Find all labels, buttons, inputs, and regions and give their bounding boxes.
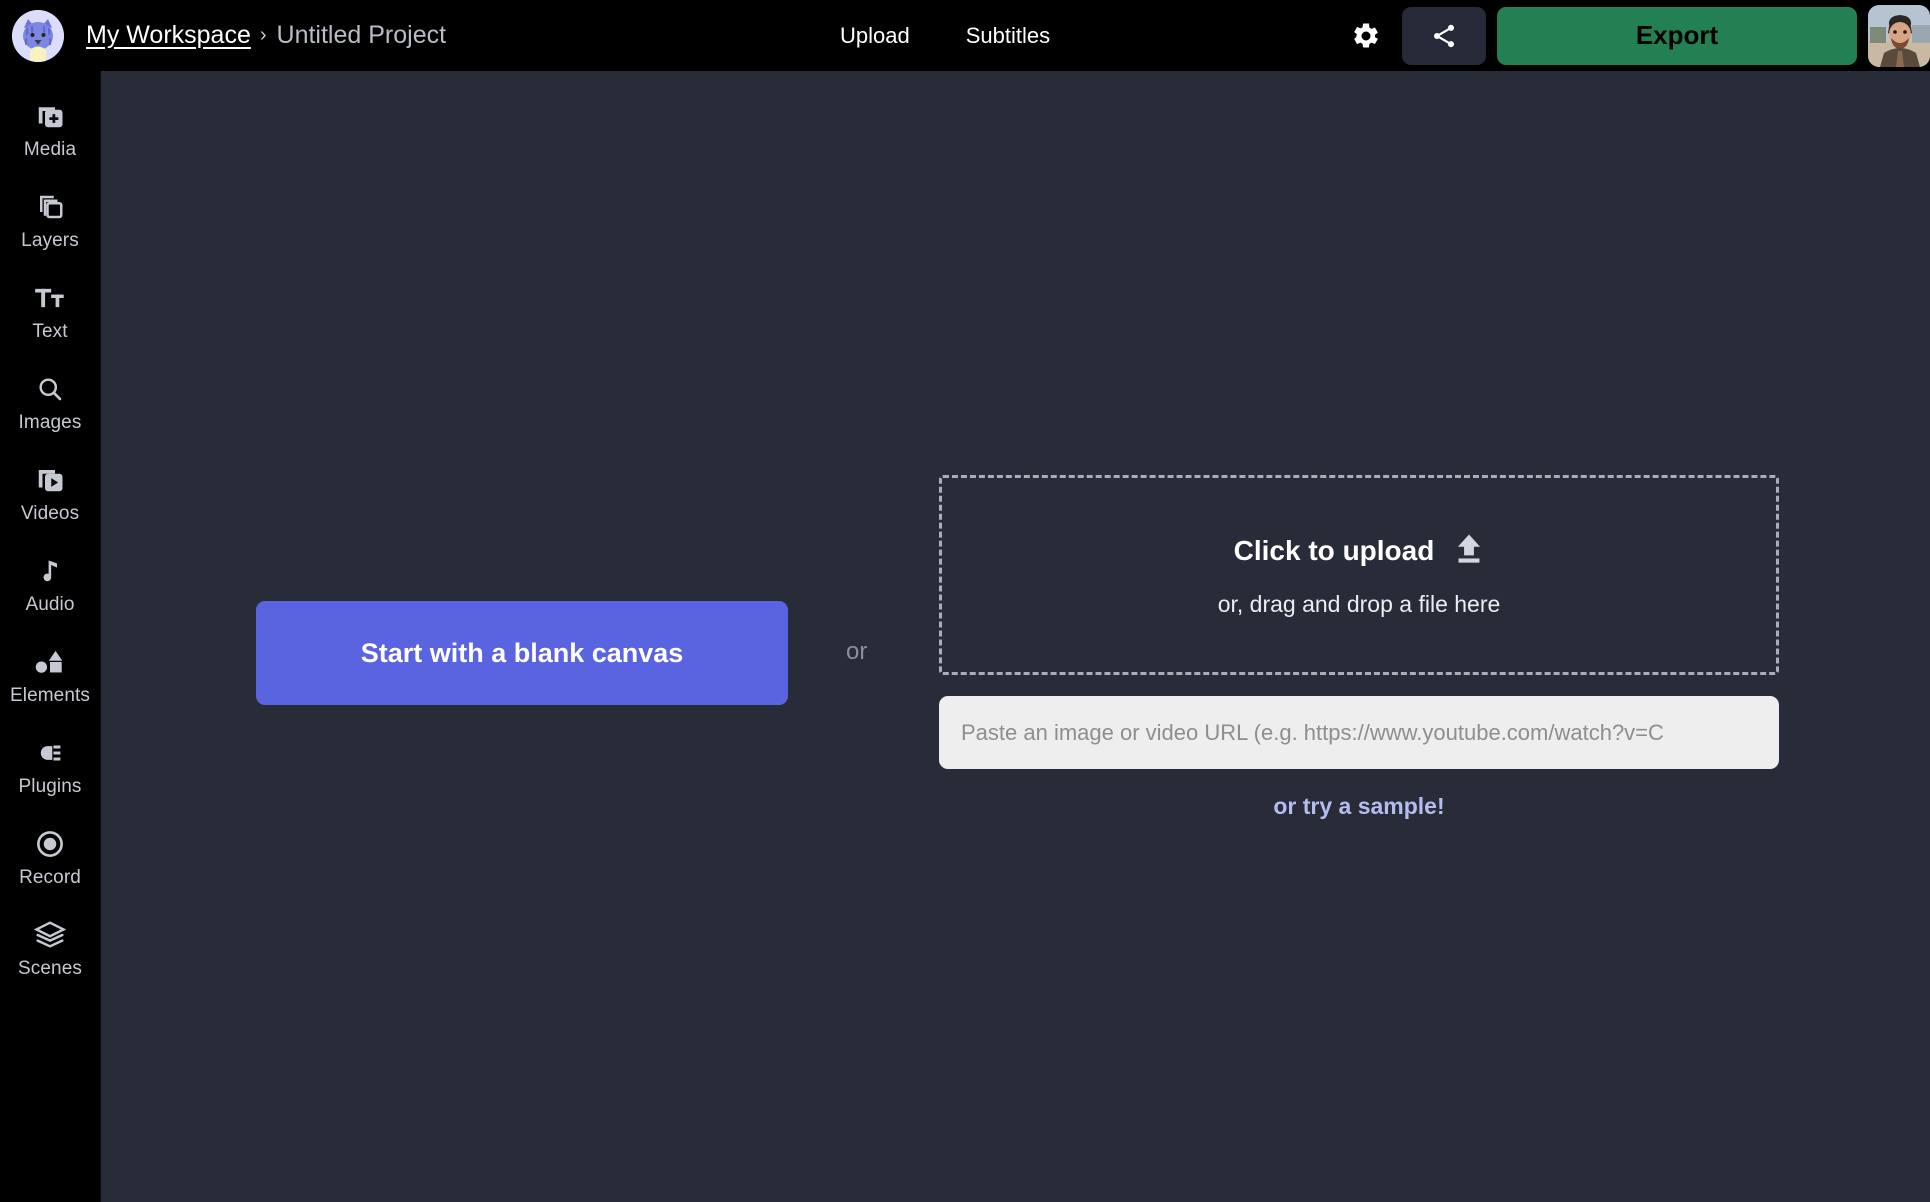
sidebar-item-elements[interactable]: Elements — [0, 645, 101, 733]
search-icon — [36, 372, 64, 406]
user-photo-avatar-icon — [1868, 4, 1930, 67]
upload-title-row: Click to upload — [1234, 532, 1485, 569]
sidebar-item-images[interactable]: Images — [0, 372, 101, 460]
header-nav: Upload Subtitles — [840, 0, 1050, 71]
sidebar-item-audio[interactable]: Audio — [0, 554, 101, 642]
sidebar-item-text[interactable]: Text — [0, 281, 101, 369]
or-separator-label: or — [846, 638, 868, 665]
sidebar-item-plugins[interactable]: Plugins — [0, 736, 101, 824]
sidebar-label-images: Images — [18, 412, 82, 433]
sidebar-label-scenes: Scenes — [18, 958, 82, 979]
video-play-icon — [35, 463, 65, 497]
settings-button[interactable] — [1337, 7, 1395, 65]
sidebar-label-media: Media — [23, 139, 77, 160]
share-icon — [1433, 24, 1455, 47]
breadcrumb-separator-icon: › — [259, 24, 267, 46]
avatar[interactable] — [1868, 4, 1930, 67]
shapes-icon — [34, 645, 66, 679]
breadcrumb: My Workspace › Untitled Project — [86, 21, 446, 50]
try-sample-link[interactable]: or try a sample! — [939, 793, 1779, 820]
sidebar-label-text: Text — [32, 321, 68, 342]
sidebar-label-audio: Audio — [25, 594, 75, 615]
sidebar-item-scenes[interactable]: Scenes — [0, 918, 101, 1006]
app-root: My Workspace › Untitled Project Upload S… — [0, 0, 1930, 1202]
top-bar: My Workspace › Untitled Project Upload S… — [0, 0, 1930, 71]
upload-dropzone[interactable]: Click to upload or, drag and drop a file… — [939, 475, 1779, 675]
header-actions: Export — [1337, 0, 1930, 71]
sidebar-item-layers[interactable]: Layers — [0, 190, 101, 278]
upload-arrow-icon — [1454, 532, 1484, 569]
media-add-icon — [35, 99, 65, 133]
sidebar-item-record[interactable]: Record — [0, 827, 101, 915]
sidebar-label-elements: Elements — [9, 685, 90, 706]
start-blank-canvas-button[interactable]: Start with a blank canvas — [256, 601, 788, 705]
upload-title-label: Click to upload — [1233, 534, 1435, 566]
sidebar-label-plugins: Plugins — [18, 776, 82, 797]
nav-item-upload[interactable]: Upload — [840, 23, 910, 49]
nav-item-subtitles[interactable]: Subtitles — [966, 23, 1050, 49]
share-button[interactable] — [1402, 6, 1486, 65]
left-sidebar: Media Layers Text Images Videos Audio El… — [0, 71, 101, 1202]
workspace-avatar[interactable] — [12, 9, 64, 62]
sidebar-label-videos: Videos — [20, 503, 80, 524]
start-options: Start with a blank canvas or Click to up… — [101, 71, 1930, 1202]
layers-stack-icon — [35, 190, 65, 224]
url-input[interactable] — [939, 696, 1779, 769]
export-button[interactable]: Export — [1497, 6, 1857, 65]
sidebar-label-record: Record — [19, 867, 81, 888]
page-title[interactable]: Untitled Project — [277, 21, 447, 50]
sidebar-item-media[interactable]: Media — [0, 99, 101, 187]
breadcrumb-workspace-link[interactable]: My Workspace — [86, 21, 251, 50]
record-circle-icon — [35, 827, 65, 861]
upload-subtitle-label: or, drag and drop a file here — [1217, 591, 1501, 617]
sidebar-item-videos[interactable]: Videos — [0, 463, 101, 551]
gear-icon — [1354, 22, 1378, 47]
text-format-icon — [34, 281, 66, 315]
sidebar-label-layers: Layers — [21, 230, 79, 251]
plug-icon — [35, 736, 65, 770]
cat-avatar-icon — [12, 9, 64, 62]
main-canvas: Start with a blank canvas or Click to up… — [101, 71, 1930, 1202]
music-note-icon — [37, 554, 63, 588]
scenes-layers-icon — [34, 918, 66, 952]
